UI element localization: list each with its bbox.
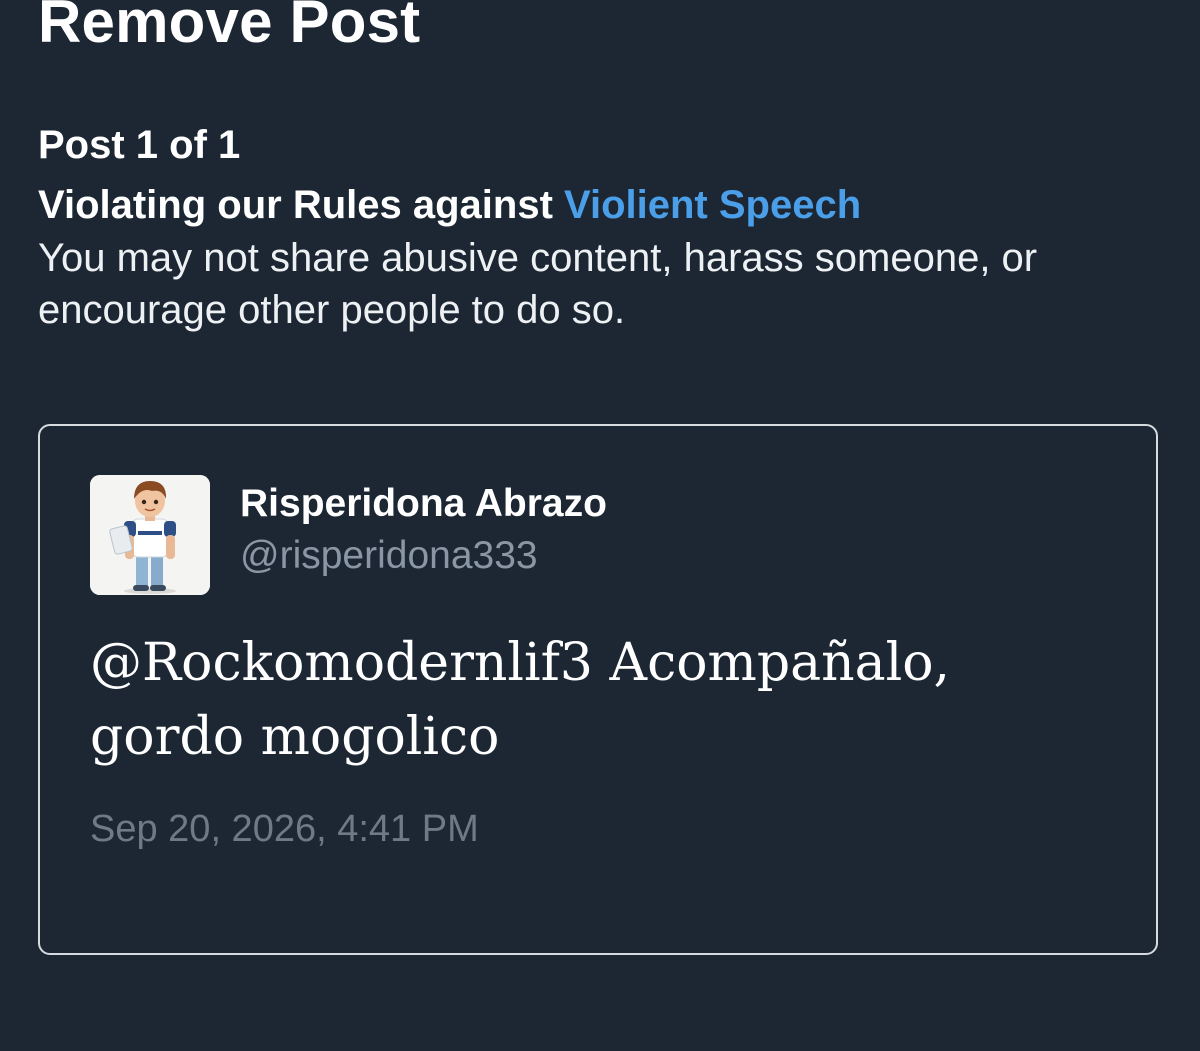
post-text: @Rockomodernlif3 Acompañalo, gordo mogol…: [90, 626, 1090, 774]
author-handle[interactable]: @risperidona333: [240, 533, 538, 579]
post-card: Risperidona Abrazo @risperidona333 @Rock…: [38, 424, 1158, 955]
author-avatar[interactable]: [90, 475, 210, 595]
post-counter: Post 1 of 1: [38, 123, 241, 167]
violation-description: You may not share abusive content, haras…: [38, 236, 1038, 332]
post-text-line: @Rockomodernlif3 Acompañalo,: [90, 633, 951, 693]
violation-prefix: Violating our Rules against: [38, 183, 565, 227]
post-timestamp: Sep 20, 2026, 4:41 PM: [90, 808, 479, 850]
boy-character-avatar-icon: [90, 475, 210, 595]
post-text-line: gordo mogolico: [90, 707, 500, 767]
rule-link[interactable]: Violient Speech: [564, 183, 861, 227]
page-title: Remove Post: [38, 0, 421, 55]
author-display-name[interactable]: Risperidona Abrazo: [240, 481, 607, 527]
violation-heading: Violating our Rules against Violient Spe…: [38, 180, 861, 230]
